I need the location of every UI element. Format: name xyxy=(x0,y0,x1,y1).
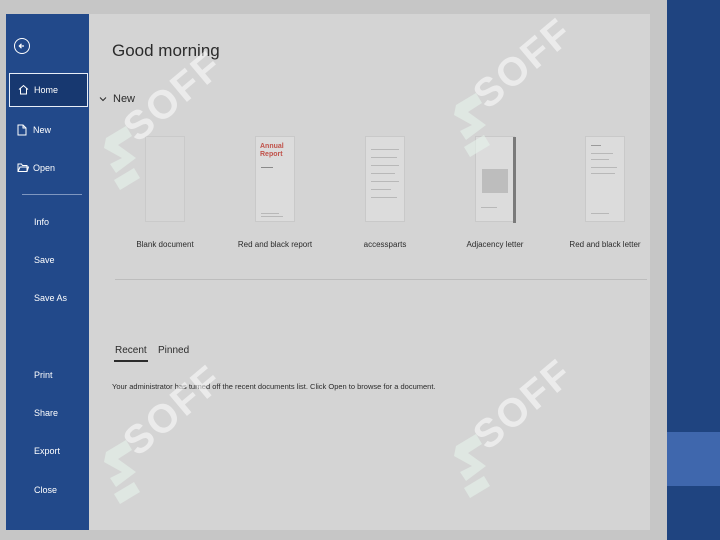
sidebar-item-label: Share xyxy=(34,408,59,418)
background-window-strip xyxy=(667,432,720,486)
template-blank-document[interactable]: Blank document xyxy=(110,136,220,249)
thumbnail-line xyxy=(591,153,613,154)
sidebar-divider xyxy=(22,194,82,195)
template-thumbnail xyxy=(145,136,185,222)
backstage-main: Good morning New Blank document Annual R… xyxy=(89,14,650,530)
sidebar-item-label: Info xyxy=(34,217,50,227)
template-label: Blank document xyxy=(136,240,194,249)
thumbnail-line xyxy=(481,207,497,208)
recent-documents-notice: Your administrator has turned off the re… xyxy=(112,382,436,391)
sidebar-item-label: Close xyxy=(34,485,58,495)
template-thumbnail: Annual Report xyxy=(255,136,295,222)
thumbnail-line xyxy=(371,197,397,198)
template-thumbnail xyxy=(365,136,405,222)
template-thumbnail xyxy=(475,136,516,223)
thumbnail-line xyxy=(591,213,609,214)
tab-pinned[interactable]: Pinned xyxy=(158,345,189,356)
sidebar-item-label: Save xyxy=(34,255,55,265)
screenshot-frame: Home New Open Info Save Save As Print Sh… xyxy=(0,0,720,540)
template-red-black-report[interactable]: Annual Report Red and black report xyxy=(220,136,330,249)
sidebar-item-label: Open xyxy=(33,163,56,173)
template-adjacency-letter[interactable]: Adjacency letter xyxy=(440,136,550,249)
template-label: Red and black letter xyxy=(569,240,641,249)
sidebar-item-open[interactable]: Open xyxy=(9,151,88,185)
template-red-black-letter[interactable]: Red and black letter xyxy=(550,136,660,249)
background-window-edge xyxy=(667,0,720,540)
sidebar-item-save[interactable]: Save xyxy=(9,243,88,277)
thumbnail-line xyxy=(261,213,279,214)
thumbnail-line xyxy=(591,159,609,160)
template-label: Red and black report xyxy=(237,240,313,249)
new-document-icon xyxy=(17,124,27,136)
thumbnail-line xyxy=(591,167,617,168)
sidebar-item-new[interactable]: New xyxy=(9,113,88,147)
thumbnail-line xyxy=(371,165,399,166)
sidebar-item-home[interactable]: Home xyxy=(9,73,88,107)
template-label: Adjacency letter xyxy=(466,240,524,249)
chevron-down-icon xyxy=(99,93,107,105)
open-folder-icon xyxy=(17,162,30,174)
thumbnail-line xyxy=(371,181,399,182)
thumbnail-edge xyxy=(513,137,516,223)
sidebar-item-label: Home xyxy=(34,85,59,95)
page-title: Good morning xyxy=(112,41,220,60)
home-icon xyxy=(18,84,29,96)
sidebar-item-close[interactable]: Close xyxy=(9,473,88,507)
thumbnail-line xyxy=(261,216,283,217)
new-section-label: New xyxy=(113,93,136,105)
sidebar-item-export[interactable]: Export xyxy=(9,434,88,468)
sidebar-item-info[interactable]: Info xyxy=(9,205,88,239)
thumbnail-line xyxy=(371,189,391,190)
sidebar-item-save-as[interactable]: Save As xyxy=(9,281,88,315)
thumbnail-line xyxy=(261,167,273,168)
thumbnail-line xyxy=(591,173,615,174)
sidebar-item-share[interactable]: Share xyxy=(9,396,88,430)
new-section-toggle[interactable]: New xyxy=(99,93,135,105)
template-accessparts[interactable]: accessparts xyxy=(330,136,440,249)
thumbnail-line xyxy=(371,173,395,174)
tab-recent[interactable]: Recent xyxy=(114,345,148,362)
template-thumbnail xyxy=(585,136,625,222)
thumbnail-line xyxy=(371,149,399,150)
backstage-sidebar: Home New Open Info Save Save As Print Sh… xyxy=(6,14,89,530)
thumbnail-line xyxy=(371,157,397,158)
sidebar-item-label: Export xyxy=(34,446,61,456)
back-arrow-icon[interactable] xyxy=(14,38,30,54)
thumbnail-image xyxy=(482,169,508,193)
section-divider xyxy=(115,279,647,280)
sidebar-item-label: New xyxy=(33,125,52,135)
sidebar-item-label: Save As xyxy=(34,293,68,303)
thumbnail-title: Annual Report xyxy=(260,143,284,158)
template-label: accessparts xyxy=(363,240,407,249)
sidebar-item-print[interactable]: Print xyxy=(9,358,88,392)
sidebar-item-label: Print xyxy=(34,370,53,380)
thumbnail-line xyxy=(591,145,601,146)
